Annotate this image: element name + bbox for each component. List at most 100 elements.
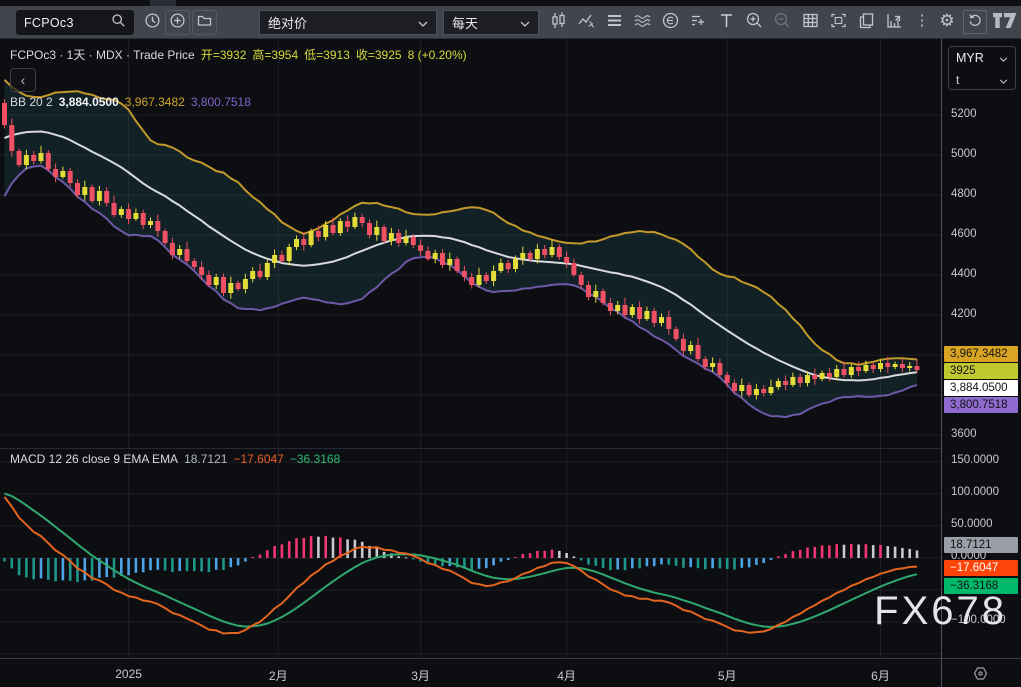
unit-value: t (956, 73, 960, 87)
low-value: 低=3913 (304, 48, 350, 62)
macd-line-value: −17.6047 (233, 452, 284, 466)
symbol-search-box[interactable]: FCPOc3 (16, 10, 134, 35)
macd-axis-label: −100.0000 (951, 614, 1006, 626)
macd-hist-value: 18.7121 (184, 452, 228, 466)
high-value: 高=3954 (252, 48, 299, 62)
events-button[interactable] (660, 11, 680, 35)
price-badge-bb-basis: 3,884.0500 (944, 380, 1018, 396)
bollinger-legend[interactable]: BB 20 2 3,884.0500 3,967.3482 3,800.7518 (10, 95, 251, 109)
zoom-in-icon (745, 11, 764, 35)
price-axis-label: 4800 (951, 188, 977, 200)
compare-layout-button[interactable] (604, 13, 624, 33)
copy-icon (857, 11, 876, 35)
bb-lower-value: 3,800.7518 (190, 95, 251, 109)
interval-value: 每天 (452, 16, 479, 31)
macd-badge-macd-line: −17.6047 (944, 560, 1018, 576)
chart-type-button[interactable] (548, 11, 568, 35)
macd-chart-canvas[interactable] (0, 448, 941, 657)
time-axis[interactable]: 2025 2月 3月 4月 5月 6月 (0, 658, 1021, 687)
price-mode-dropdown[interactable]: 绝对价 (259, 10, 437, 35)
time-axis-label: 3月 (411, 669, 430, 683)
currency-selector[interactable]: MYR (949, 47, 1015, 69)
indicators-icon (577, 11, 596, 35)
chart-area[interactable]: FCPOc3 · 1天 · MDX · Trade Price 开=3932 高… (0, 39, 941, 658)
chart-properties-icon[interactable] (972, 665, 989, 687)
patterns-button[interactable] (632, 13, 652, 33)
bb-upper-value: 3,967.3482 (124, 95, 185, 109)
price-axis-label: 5200 (951, 108, 977, 120)
price-axis-label: 4200 (951, 308, 977, 320)
zoom-out-icon (773, 11, 792, 35)
alert-button[interactable] (688, 13, 708, 33)
indicators-button[interactable] (576, 13, 596, 33)
chevron-down-icon (999, 71, 1008, 89)
close-value: 收=3925 (355, 48, 402, 62)
macd-label: MACD 12 26 close 9 EMA EMA (10, 452, 179, 466)
zoom-in-button[interactable] (744, 11, 764, 35)
unit-selector-row[interactable]: t (949, 69, 1015, 91)
text-tool-button[interactable] (716, 13, 736, 33)
add-symbol-button[interactable] (165, 10, 190, 35)
price-alert-icon (689, 11, 708, 35)
chart-application: { "toolbar": { "symbol_input": "FCPOc3",… (0, 0, 1021, 687)
more-options-button[interactable]: ⋮ (912, 10, 932, 30)
bar-chart-arrow-icon (885, 11, 904, 35)
undo-icon (967, 12, 983, 33)
back-button[interactable]: ‹ (10, 68, 36, 92)
price-badge-bb-lower: 3,800.7518 (944, 397, 1018, 413)
text-icon (717, 11, 736, 35)
settings-button[interactable]: ⚙ (937, 10, 957, 30)
layers-icon (605, 11, 624, 35)
stats-button[interactable] (884, 13, 904, 33)
waves-icon (633, 11, 652, 35)
snapshot-button[interactable] (828, 13, 848, 33)
macd-axis-label: 100.0000 (951, 486, 999, 498)
macd-legend[interactable]: MACD 12 26 close 9 EMA EMA 18.7121 −17.6… (10, 452, 340, 466)
candlestick-icon (549, 11, 568, 35)
chevron-left-icon: ‹ (20, 72, 26, 88)
interval-dropdown[interactable]: 每天 (443, 10, 539, 35)
tradingview-logo[interactable] (992, 10, 1018, 30)
search-icon (111, 13, 126, 33)
macd-badge-macd-hist: 18.7121 (944, 537, 1018, 553)
time-axis-label: 2月 (268, 669, 288, 683)
undo-button[interactable] (963, 10, 987, 34)
gear-icon: ⚙ (939, 10, 955, 30)
chevron-down-icon (520, 15, 530, 30)
chevron-down-icon (418, 15, 428, 30)
grid-settings-button[interactable] (800, 13, 820, 33)
bb-basis-value: 3,884.0500 (58, 95, 119, 109)
price-axis-label: 3600 (951, 428, 977, 440)
time-axis-label: 2025 (115, 667, 142, 681)
screenshot-icon (829, 11, 848, 35)
folder-icon (196, 12, 213, 34)
ohlc-legend[interactable]: FCPOc3 · 1天 · MDX · Trade Price 开=3932 高… (10, 46, 467, 63)
price-axis-label: 4400 (951, 268, 977, 280)
chevron-down-icon (999, 49, 1008, 67)
unit-selector: MYR t (948, 46, 1016, 90)
price-axis[interactable]: MYR t 5200 5000 4800 4600 4400 4200 3600 150.00… (941, 39, 1021, 658)
main-toolbar: FCPOc3 绝对价 每天 ⋮ ⚙ (0, 6, 1021, 39)
circled-e-icon (661, 11, 680, 35)
symbol-name: FCPOc3 (24, 15, 74, 30)
price-axis-label: 5000 (951, 148, 977, 160)
macd-badge-macd-signal: −36.3168 (944, 578, 1018, 594)
price-axis-label: 4600 (951, 228, 977, 240)
change-value: 8 (+0.20%) (407, 48, 467, 62)
axis-separator (941, 659, 942, 687)
macd-signal-value: −36.3168 (289, 452, 341, 466)
zoom-out-button[interactable] (772, 11, 792, 35)
price-badge-last-price: 3925 (944, 363, 1018, 379)
series-title: FCPOc3 · 1天 · MDX · Trade Price (10, 48, 195, 62)
macd-axis-label: 50.0000 (951, 518, 993, 530)
price-badge-bb-upper: 3,967.3482 (944, 346, 1018, 362)
recent-symbols-button[interactable] (140, 10, 165, 35)
time-axis-label: 4月 (557, 669, 576, 683)
copy-chart-button[interactable] (856, 11, 876, 35)
time-axis-label: 5月 (717, 669, 737, 683)
time-axis-label: 6月 (871, 669, 890, 683)
bb-label: BB 20 2 (10, 95, 53, 109)
layouts-button[interactable] (192, 10, 217, 35)
plus-circle-icon (169, 12, 186, 34)
currency-value: MYR (956, 51, 984, 65)
